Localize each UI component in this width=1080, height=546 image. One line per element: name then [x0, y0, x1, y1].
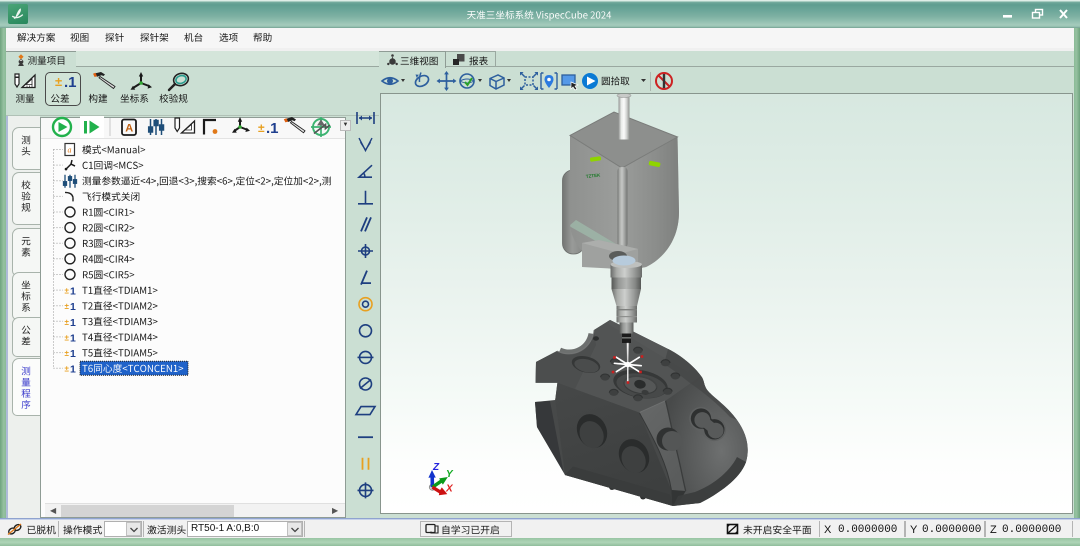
svg-text:±: ± [65, 318, 70, 327]
svg-text:±: ± [55, 74, 62, 89]
svg-text:±: ± [65, 365, 70, 374]
svg-text:.1: .1 [64, 74, 77, 91]
svg-text:Z: Z [432, 462, 440, 473]
svg-text:±: ± [65, 333, 70, 342]
svg-text:1: 1 [70, 286, 76, 298]
svg-text:1: 1 [70, 317, 76, 329]
svg-text:1: 1 [70, 348, 76, 360]
svg-text:Y: Y [446, 469, 454, 480]
svg-text:X: X [445, 484, 454, 495]
svg-text:1: 1 [70, 332, 76, 344]
svg-text:±: ± [65, 349, 70, 358]
svg-text:1: 1 [70, 364, 76, 376]
svg-text:±: ± [65, 287, 70, 296]
svg-text:±: ± [258, 121, 265, 135]
svg-text:A: A [125, 123, 133, 135]
svg-text:a: a [68, 146, 72, 155]
svg-text:1: 1 [70, 301, 76, 313]
svg-text:.1: .1 [266, 120, 279, 137]
svg-text:±: ± [65, 302, 70, 311]
